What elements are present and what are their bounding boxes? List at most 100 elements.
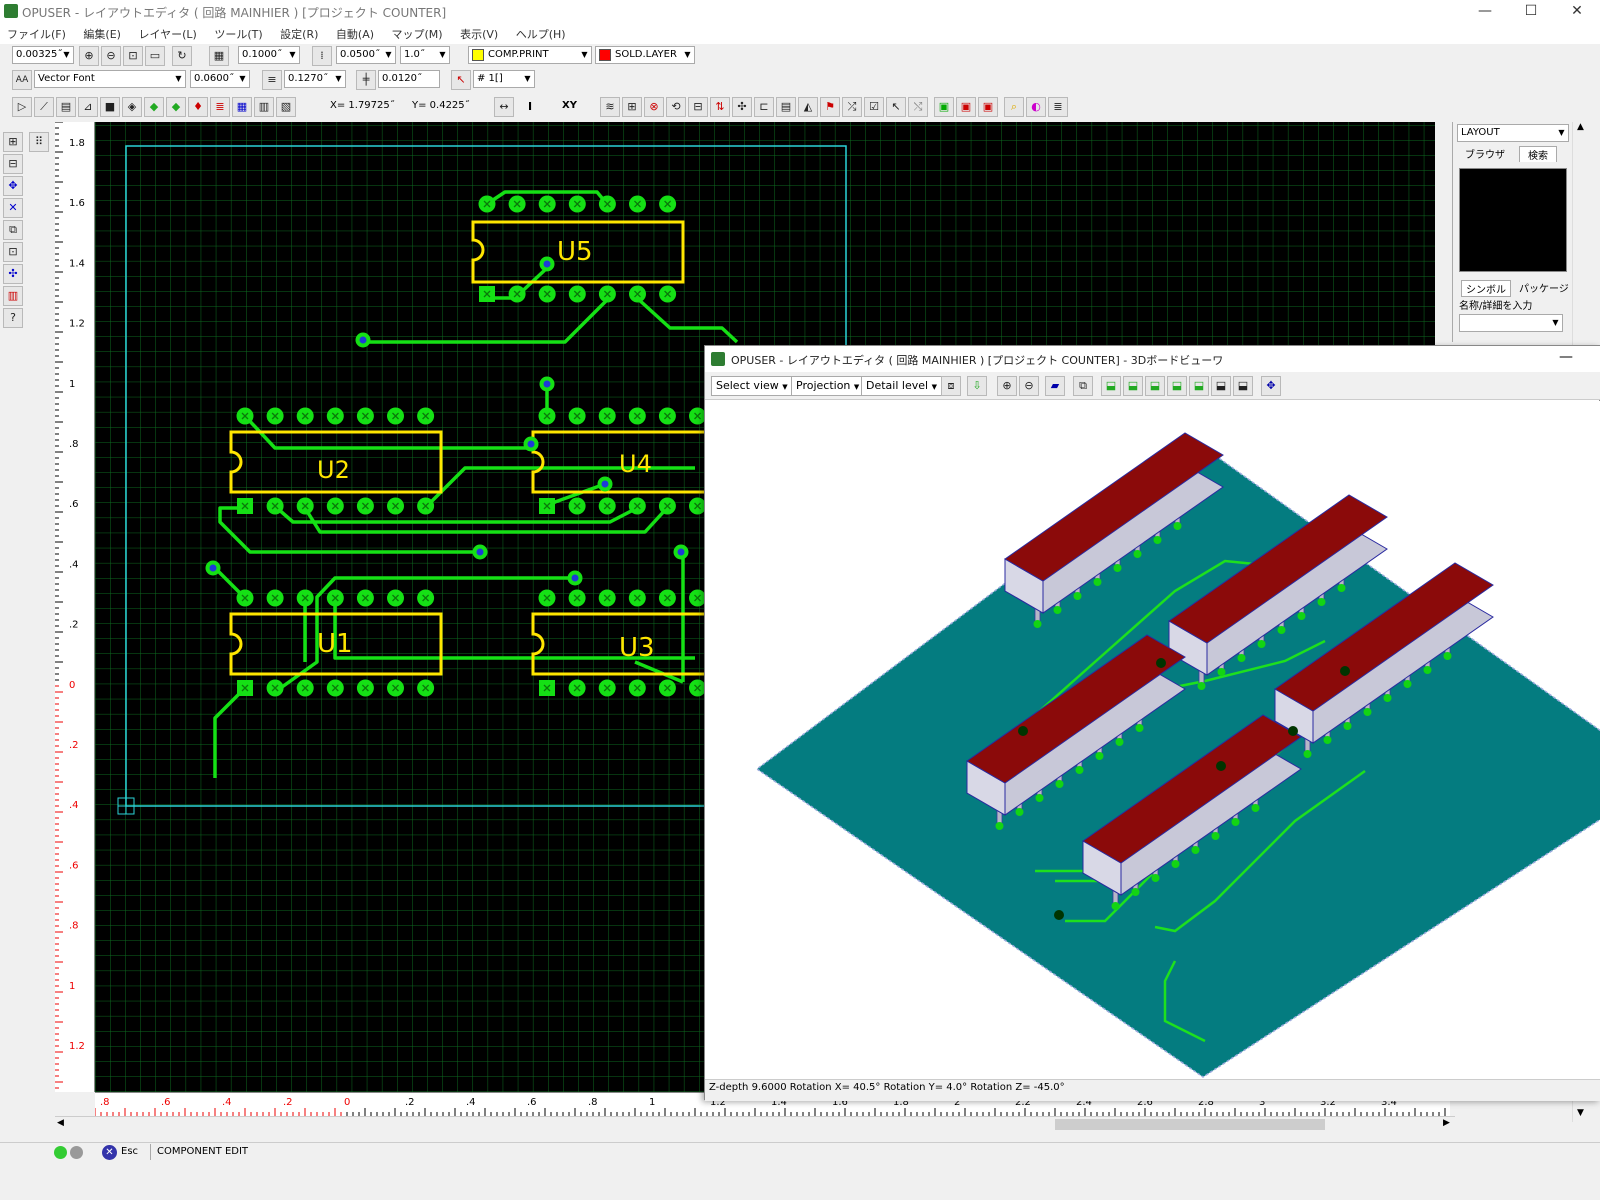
escape-icon[interactable]: ✕	[102, 1145, 117, 1160]
menu-settings[interactable]: 設定(R)	[273, 24, 325, 42]
scale-combo[interactable]: 1.0˝ ▼	[400, 46, 450, 64]
group-tool-icon[interactable]: ⊟	[3, 154, 23, 174]
fill-icon[interactable]: ■	[100, 97, 120, 117]
zoom-in-icon[interactable]: ⊕	[997, 376, 1017, 396]
view-right-icon[interactable]: ⬓	[1211, 376, 1231, 396]
scroll-down-icon[interactable]: ▼	[1577, 1108, 1584, 1118]
sold-layer-combo[interactable]: SOLD.LAYER ▼	[595, 46, 695, 64]
menu-file[interactable]: ファイル(F)	[0, 24, 73, 42]
tab-package[interactable]: パッケージ	[1519, 280, 1571, 295]
font-size-combo[interactable]: 0.0600˝ ▼	[190, 70, 250, 88]
text-icon[interactable]: ▤	[56, 97, 76, 117]
view-left-icon[interactable]: ⬓	[1189, 376, 1209, 396]
copy-tool-icon[interactable]: ⧉	[3, 220, 23, 240]
detail-level-dropdown[interactable]: Detail level ▼	[861, 376, 942, 396]
tab-browser[interactable]: ブラウザ	[1465, 146, 1505, 161]
tab-search[interactable]: 検索	[1519, 146, 1557, 162]
menu-help[interactable]: ヘルプ(H)	[509, 24, 573, 42]
search-icon[interactable]: ⌕	[1004, 97, 1024, 117]
copy-icon[interactable]: ⧉	[1073, 376, 1093, 396]
viewer-3d-canvas[interactable]	[705, 401, 1600, 1079]
view-back-icon[interactable]: ⬓	[1167, 376, 1187, 396]
net-select-icon[interactable]: ↖	[451, 70, 471, 90]
snap-combo[interactable]: 0.0500˝ ▼	[336, 46, 396, 64]
menu-view[interactable]: 表示(V)	[453, 24, 505, 42]
projection-dropdown[interactable]: Projection ▼	[791, 376, 865, 396]
select-icon[interactable]: ▷	[12, 97, 32, 117]
swap-icon[interactable]: ⇅	[710, 97, 730, 117]
line-width-icon[interactable]: ≡	[262, 70, 282, 90]
maximize-button[interactable]: ☐	[1508, 0, 1554, 24]
grid-icon[interactable]: ▦	[209, 46, 229, 66]
mirror-icon[interactable]: ⊟	[688, 97, 708, 117]
zoom-window-icon[interactable]: ▭	[145, 46, 165, 66]
i-selector[interactable]: I	[528, 100, 532, 113]
tab-symbol[interactable]: シンボル	[1461, 280, 1511, 297]
move-icon[interactable]: ✣	[732, 97, 752, 117]
autoroute-icon[interactable]: ⊞	[622, 97, 642, 117]
drc-icon[interactable]: ▣	[956, 97, 976, 117]
zoom-fit-icon[interactable]: ⊡	[123, 46, 143, 66]
name-input[interactable]: ▼	[1459, 314, 1563, 332]
place-icon[interactable]: ◆	[166, 97, 186, 117]
scroll-up-icon[interactable]: ▲	[1577, 122, 1584, 132]
screenshot-icon[interactable]: ⧈	[941, 376, 961, 396]
snap-tool-icon[interactable]: ✣	[3, 264, 23, 284]
layout-combo[interactable]: LAYOUT ▼	[1457, 124, 1569, 142]
menu-tools[interactable]: ツール(T)	[207, 24, 269, 42]
connect-icon[interactable]: ⤮	[842, 97, 862, 117]
zoom-out-icon[interactable]: ⊖	[1019, 376, 1039, 396]
font-combo[interactable]: Vector Font ▼	[34, 70, 186, 88]
clearance-combo[interactable]: 0.0120˝	[378, 70, 440, 88]
color-icon[interactable]: ◐	[1026, 97, 1046, 117]
gerber-icon[interactable]: ▣	[978, 97, 998, 117]
bus-icon[interactable]: ▦	[232, 97, 252, 117]
scroll-thumb[interactable]	[1055, 1119, 1325, 1130]
horizontal-scrollbar[interactable]: ◀ ▶	[55, 1116, 1455, 1132]
component-tool-icon[interactable]: ⊞	[3, 132, 23, 152]
menu-map[interactable]: マップ(M)	[385, 24, 450, 42]
layers-panel-icon[interactable]: ≣	[1048, 97, 1068, 117]
lock-tool-icon[interactable]: ⊡	[3, 242, 23, 262]
ref-tool-icon[interactable]: ▥	[3, 286, 23, 306]
net-icon[interactable]: ⚑	[820, 97, 840, 117]
width-combo[interactable]: 0.1270˝ ▼	[284, 70, 346, 88]
view-iso-icon[interactable]: ⬓	[1233, 376, 1253, 396]
measure-icon[interactable]: ↔	[494, 97, 514, 117]
close-button[interactable]: ✕	[1554, 0, 1600, 24]
menu-edit[interactable]: 編集(E)	[76, 24, 128, 42]
net-combo[interactable]: # 1[] ▼	[473, 70, 535, 88]
board-view-icon[interactable]: ▰	[1045, 376, 1065, 396]
minimize-button[interactable]: —	[1462, 0, 1508, 24]
align-icon[interactable]: ⊏	[754, 97, 774, 117]
table-icon[interactable]: ▥	[254, 97, 274, 117]
report-icon[interactable]: ▤	[776, 97, 796, 117]
cross-tool-icon[interactable]: ✕	[3, 198, 23, 218]
view-front-icon[interactable]: ⬓	[1145, 376, 1165, 396]
layer-stack-icon[interactable]: ≣	[210, 97, 230, 117]
redraw-icon[interactable]: ↻	[172, 46, 192, 66]
route-icon[interactable]: ≋	[600, 97, 620, 117]
help-tool-icon[interactable]: ?	[3, 308, 23, 328]
menu-auto[interactable]: 自動(A)	[329, 24, 381, 42]
check-icon[interactable]: ☑	[864, 97, 884, 117]
scroll-right-icon[interactable]: ▶	[1443, 1118, 1450, 1128]
select-view-dropdown[interactable]: Select view ▼	[711, 376, 793, 396]
component-icon[interactable]: ◆	[144, 97, 164, 117]
move-tool-icon[interactable]: ✥	[3, 176, 23, 196]
flip-icon[interactable]: ◭	[798, 97, 818, 117]
zoom-in-icon[interactable]: ⊕	[79, 46, 99, 66]
snap-grid-icon[interactable]: ⁞	[312, 46, 332, 66]
dimension-icon[interactable]: ⊿	[78, 97, 98, 117]
view-top-icon[interactable]: ⬓	[1101, 376, 1121, 396]
pin-icon[interactable]: ♦	[188, 97, 208, 117]
trace-icon[interactable]: ⟋	[34, 97, 54, 117]
reset-view-icon[interactable]: ✥	[1261, 376, 1281, 396]
pin-panel-icon[interactable]: ⠿	[29, 132, 49, 152]
view-bottom-icon[interactable]: ⬓	[1123, 376, 1143, 396]
comp-layer-combo[interactable]: COMP.PRINT ▼	[468, 46, 592, 64]
clearance-icon[interactable]: ╪	[356, 70, 376, 90]
font-icon[interactable]: AA	[12, 70, 32, 90]
zoom-out-icon[interactable]: ⊖	[101, 46, 121, 66]
escape-label[interactable]: Esc	[121, 1146, 138, 1157]
